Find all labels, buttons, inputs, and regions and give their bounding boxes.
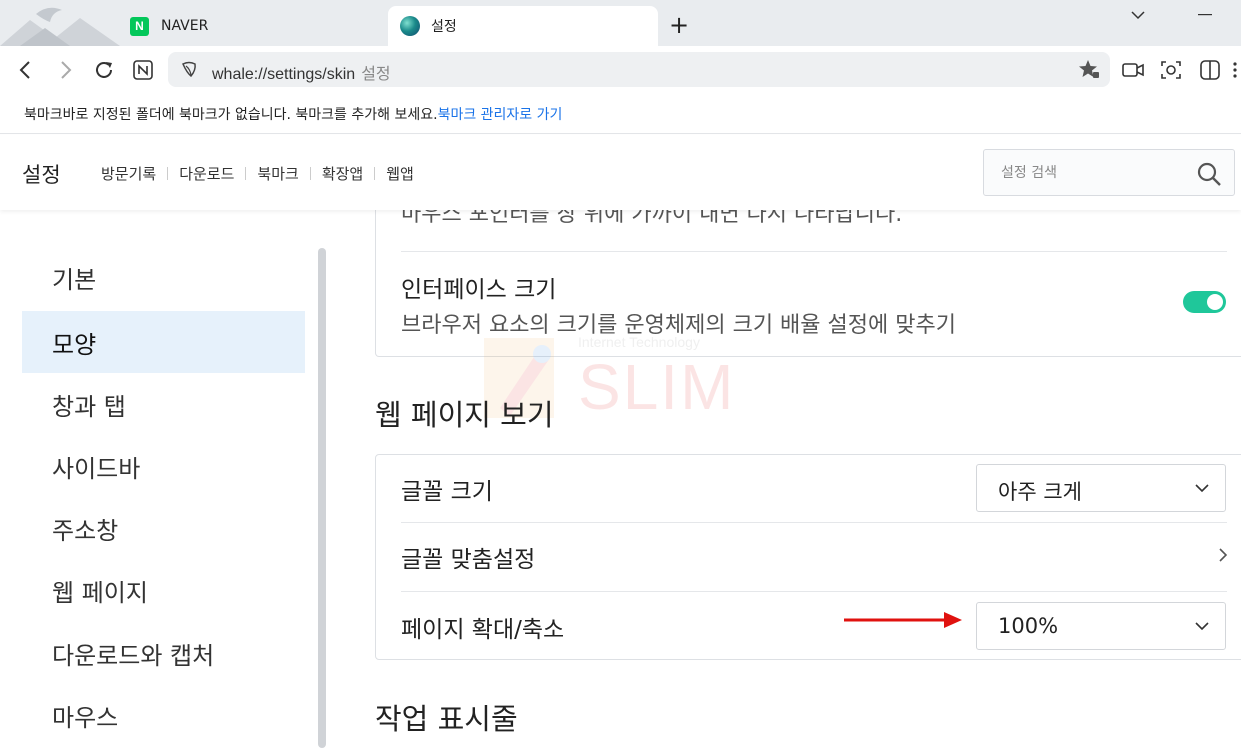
- nav-separator: [167, 167, 169, 180]
- url-text: whale://settings/skin: [212, 66, 356, 83]
- scrollbar-thumb[interactable]: [318, 248, 326, 748]
- sidebar-item-appearance[interactable]: 모양: [22, 311, 305, 373]
- section-title-web-page: 웹 페이지 보기: [375, 398, 554, 432]
- chevron-right-icon[interactable]: [1218, 547, 1228, 563]
- tab-title: 설정: [431, 19, 457, 35]
- tab-strip-decoration: [0, 0, 120, 46]
- settings-content: 마우스 포인터를 창 위에 가까이 내면 다시 나타납니다. 인터페이스 크기 …: [330, 210, 1241, 748]
- chevron-down-icon: [1195, 484, 1209, 493]
- divider: [401, 522, 1227, 523]
- sidebar-item-web-page[interactable]: 웹 페이지: [22, 559, 305, 621]
- minimize-button[interactable]: [1185, 4, 1225, 26]
- search-input[interactable]: [984, 150, 1184, 195]
- bookmark-star-icon[interactable]: [1078, 58, 1100, 80]
- appearance-card: 마우스 포인터를 창 위에 가까이 내면 다시 나타납니다. 인터페이스 크기 …: [375, 210, 1241, 357]
- nav-separator: [374, 167, 376, 180]
- bookmark-message-text: 북마크바로 지정된 폴더에 북마크가 없습니다. 북마크를 추가해 보세요.: [24, 107, 438, 123]
- sidebar-item-sidebar[interactable]: 사이드바: [22, 435, 305, 497]
- nav-extensions[interactable]: 확장앱: [322, 163, 363, 184]
- sidebar-toggle-icon[interactable]: [1196, 56, 1224, 84]
- divider: [401, 591, 1227, 592]
- zoom-label: 페이지 확대/축소: [401, 617, 565, 643]
- naver-n-icon: N: [130, 16, 149, 36]
- page-title: 설정: [22, 163, 61, 187]
- sidebar-item-basic[interactable]: 기본: [22, 246, 305, 308]
- sidebar-item-windows-tabs[interactable]: 창과 탭: [22, 373, 305, 435]
- new-tab-button[interactable]: +: [666, 13, 692, 39]
- nav-history[interactable]: 방문기록: [101, 163, 156, 184]
- divider: [401, 251, 1227, 252]
- sidebar-item-mouse[interactable]: 마우스: [22, 684, 305, 746]
- search-icon[interactable]: [1196, 161, 1222, 187]
- nav-downloads[interactable]: 다운로드: [179, 163, 234, 184]
- sidebar-scrollbar[interactable]: [318, 248, 326, 748]
- red-arrow-annotation: [844, 612, 962, 628]
- nav-separator: [309, 167, 311, 180]
- watermark-text: SLIM: [578, 351, 736, 423]
- menu-icon[interactable]: [1228, 56, 1241, 84]
- tab-settings[interactable]: 설정: [388, 6, 658, 46]
- settings-header: 설정 방문기록 다운로드 북마크 확장앱 웹앱: [0, 135, 1241, 210]
- reload-button[interactable]: [90, 56, 118, 84]
- tab-naver[interactable]: N NAVER: [118, 6, 384, 46]
- bookmark-empty-message: 북마크바로 지정된 폴더에 북마크가 없습니다. 북마크를 추가해 보세요.북마…: [24, 104, 562, 124]
- settings-sidebar: 기본 모양 창과 탭 사이드바 주소창 웹 페이지 다운로드와 캡처 마우스: [0, 210, 330, 748]
- forward-button[interactable]: [52, 56, 80, 84]
- font-size-label: 글꼴 크기: [401, 479, 493, 505]
- web-page-card: 글꼴 크기 아주 크게 글꼴 맞춤설정 페이지 확대/축소 100%: [375, 454, 1241, 660]
- camera-icon[interactable]: [1119, 56, 1147, 84]
- font-size-select[interactable]: 아주 크게: [976, 464, 1226, 512]
- settings-nav: 방문기록 다운로드 북마크 확장앱 웹앱: [101, 163, 414, 184]
- whale-page-icon: [178, 59, 200, 81]
- sidebar-item-download-capture[interactable]: 다운로드와 캡처: [22, 622, 305, 684]
- tab-title: NAVER: [161, 18, 209, 34]
- zoom-value: 100%: [998, 614, 1059, 638]
- tab-search-chevron-icon[interactable]: [1118, 4, 1158, 26]
- nav-separator: [245, 167, 247, 180]
- url-hint: 설정: [361, 66, 391, 83]
- font-custom-label[interactable]: 글꼴 맞춤설정: [401, 540, 535, 574]
- nav-bookmarks[interactable]: 북마크: [257, 163, 298, 184]
- address-url: whale://settings/skin 설정: [212, 60, 391, 84]
- chevron-down-icon: [1195, 622, 1209, 631]
- whale-icon: [400, 16, 420, 36]
- nav-webapps[interactable]: 웹앱: [386, 163, 414, 184]
- interface-size-description: 브라우저 요소의 크기를 운영체제의 크기 배율 설정에 맞추기: [401, 313, 956, 338]
- section-title-taskbar: 작업 표시줄: [375, 702, 518, 736]
- back-button[interactable]: [11, 56, 39, 84]
- bookmark-bar: 북마크바로 지정된 폴더에 북마크가 없습니다. 북마크를 추가해 보세요.북마…: [0, 94, 1241, 134]
- sidebar-item-address-bar[interactable]: 주소창: [22, 497, 305, 559]
- bookmark-manager-link[interactable]: 북마크 관리자로 가기: [438, 107, 563, 123]
- capture-icon[interactable]: [1157, 56, 1185, 84]
- naver-home-button[interactable]: [129, 56, 157, 84]
- settings-search: [983, 149, 1235, 196]
- font-size-value: 아주 크게: [998, 480, 1082, 504]
- address-bar[interactable]: whale://settings/skin 설정: [168, 52, 1110, 87]
- zoom-select[interactable]: 100%: [976, 602, 1226, 650]
- interface-size-toggle[interactable]: [1183, 291, 1226, 313]
- toggle-knob: [1207, 294, 1223, 310]
- faded-description: 마우스 포인터를 창 위에 가까이 내면 다시 나타납니다.: [401, 210, 903, 227]
- toolbar: whale://settings/skin 설정: [0, 46, 1241, 94]
- tab-strip: N NAVER 설정 +: [0, 0, 1241, 46]
- interface-size-title: 인터페이스 크기: [401, 277, 557, 303]
